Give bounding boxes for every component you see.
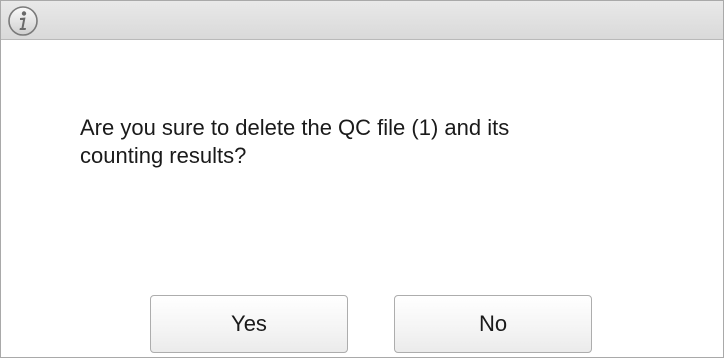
confirm-dialog: Are you sure to delete the QC file (1) a… [0,0,724,358]
dialog-titlebar [1,1,723,40]
yes-button[interactable]: Yes [150,295,348,353]
no-button[interactable]: No [394,295,592,353]
confirm-message: Are you sure to delete the QC file (1) a… [80,115,510,168]
info-icon [7,5,39,37]
